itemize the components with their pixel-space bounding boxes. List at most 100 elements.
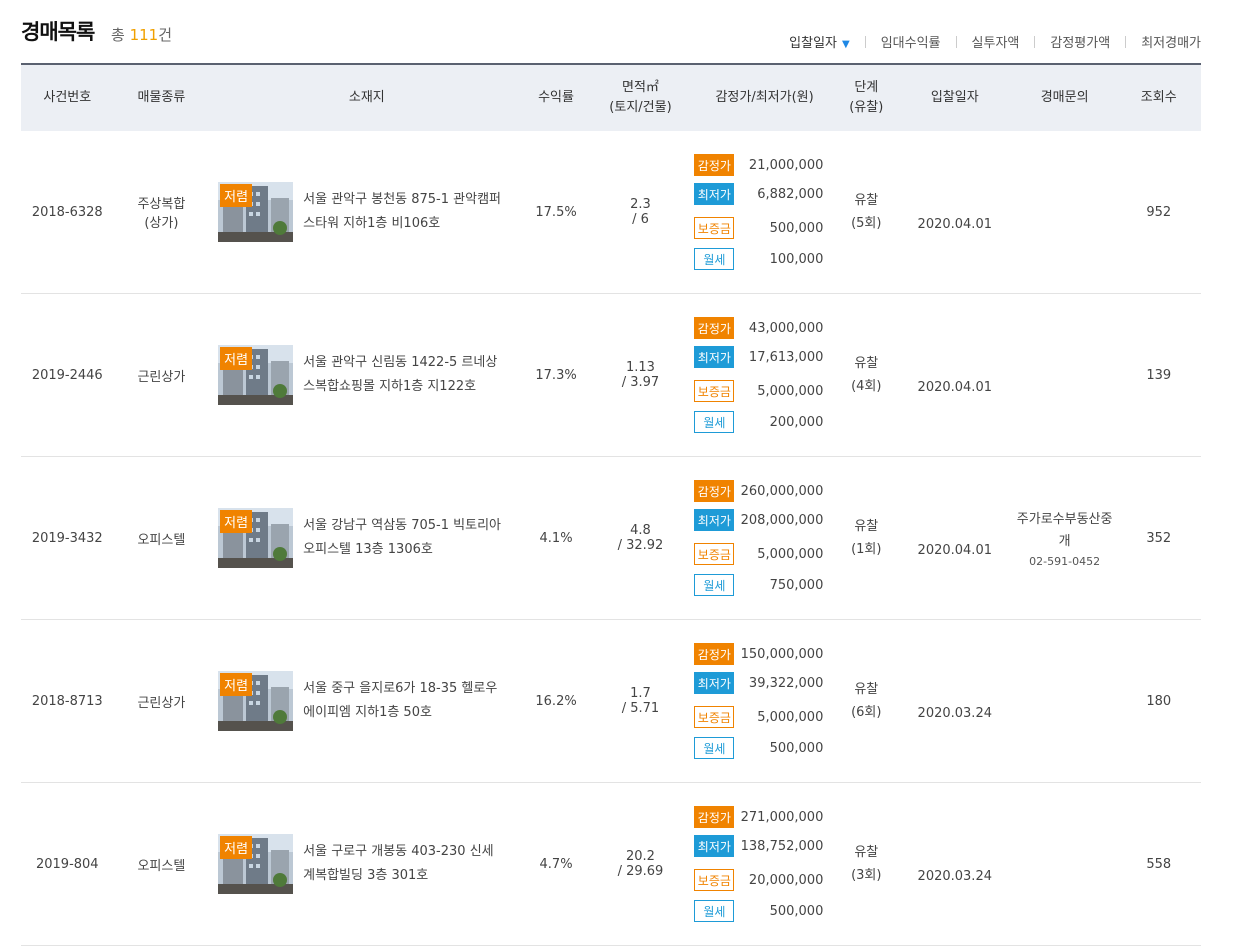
appraisal-tag: 감정가 (694, 806, 735, 828)
price-cell: 감정가 260,000,000 최저가 208,000,000 보증금 5,000,0… (693, 456, 836, 620)
col-stage: 단계 (유찰) (849, 80, 884, 115)
case-number[interactable]: 2019-2446 (21, 293, 114, 457)
deposit-tag: 보증금 (694, 217, 735, 239)
sort-options: 입찰일자 ▼ 임대수익률 실투자액 감정평가액 최저경매가 (789, 32, 1201, 51)
location-cell[interactable]: 저렴 (209, 131, 525, 294)
yield: 16.2% (524, 619, 588, 783)
deposit-tag: 보증금 (694, 706, 735, 728)
table-row[interactable]: 2018-8713 근린상가 저렴 서울 중구 을지로6가 18-35 헬로우에… (21, 619, 1201, 783)
table-row[interactable]: 2019-2446 근린상가 저렴 서울 관악구 신림동 1422-5 르네상스… (21, 293, 1201, 457)
table-row[interactable]: 2018-6328 주상복합 (상가) 저렴 서울 관악구 봉천동 875-1 … (21, 131, 1201, 294)
location-cell[interactable]: 저렴 (209, 456, 525, 620)
col-price: 감정가/최저가(원) (715, 90, 814, 105)
property-type: 오피스텔 (113, 782, 210, 946)
auction-inquiry (1012, 619, 1117, 783)
monthly-rent-tag: 월세 (694, 248, 735, 270)
sort-rental-yield[interactable]: 임대수익률 (881, 32, 941, 51)
deposit-value: 20,000,000 (748, 872, 824, 888)
auction-table: 사건번호 매물종류 소재지 수익률 면적㎡ (토지/건물) 감정가/최저가(원) … (21, 63, 1201, 946)
caret-down-icon: ▼ (842, 39, 850, 50)
table-row[interactable]: 2019-804 오피스텔 저렴 서울 구로구 개봉동 403-230 신세계복… (21, 782, 1201, 946)
location-cell[interactable]: 저렴 (209, 619, 525, 783)
sort-bid-date[interactable]: 입찰일자 ▼ (789, 32, 850, 51)
deposit-value: 500,000 (769, 220, 824, 236)
case-number[interactable]: 2018-8713 (21, 619, 114, 783)
col-case-no: 사건번호 (43, 90, 92, 105)
area: 2.3/ 6 (587, 131, 694, 294)
location-cell[interactable]: 저렴 (209, 293, 525, 457)
monthly-rent-value: 100,000 (769, 251, 824, 267)
sort-minimum-price[interactable]: 최저경매가 (1141, 32, 1201, 51)
page-title: 경매목록 (21, 20, 95, 44)
minimum-price-value: 17,613,000 (748, 349, 824, 365)
bargain-badge: 저렴 (220, 184, 253, 207)
monthly-rent-tag: 월세 (694, 737, 735, 759)
col-area: 면적㎡ (토지/건물) (609, 80, 672, 115)
stage: 유찰 (3회) (835, 782, 897, 946)
minimum-price-value: 39,322,000 (748, 675, 824, 691)
minimum-price-tag: 최저가 (694, 835, 735, 857)
address-link[interactable]: 서울 구로구 개봉동 403-230 신세계복합빌딩 3층 301호 (303, 840, 503, 888)
minimum-price-tag: 최저가 (694, 672, 735, 694)
bargain-badge: 저렴 (220, 510, 253, 533)
bargain-badge: 저렴 (220, 673, 253, 696)
monthly-rent-tag: 월세 (694, 411, 735, 433)
result-count: 총 111건 (111, 26, 173, 44)
divider (1034, 35, 1036, 48)
stage: 유찰 (6회) (835, 619, 897, 783)
col-bid-date: 입찰일자 (930, 90, 979, 105)
divider (864, 35, 866, 48)
appraisal-value: 260,000,000 (740, 483, 824, 499)
minimum-price-tag: 최저가 (694, 183, 735, 205)
case-number[interactable]: 2019-804 (21, 782, 114, 946)
property-thumbnail[interactable]: 저렴 (218, 182, 294, 242)
bid-date: 2020.03.24 (896, 782, 1013, 946)
property-thumbnail[interactable]: 저렴 (218, 834, 294, 894)
minimum-price-tag: 최저가 (694, 346, 735, 368)
monthly-rent-value: 750,000 (769, 577, 824, 593)
area: 1.13/ 3.97 (587, 293, 694, 457)
appraisal-tag: 감정가 (694, 317, 735, 339)
address-link[interactable]: 서울 중구 을지로6가 18-35 헬로우에이피엠 지하1층 50호 (303, 677, 503, 725)
view-count: 180 (1116, 619, 1201, 783)
address-link[interactable]: 서울 관악구 신림동 1422-5 르네상스복합쇼핑몰 지하1층 지122호 (303, 351, 503, 399)
sort-appraisal[interactable]: 감정평가액 (1050, 32, 1110, 51)
yield: 17.3% (524, 293, 588, 457)
yield: 4.1% (524, 456, 588, 620)
price-cell: 감정가 43,000,000 최저가 17,613,000 보증금 5,000,000… (693, 293, 836, 457)
auction-inquiry (1012, 782, 1117, 946)
monthly-rent-value: 200,000 (769, 414, 824, 430)
address-link[interactable]: 서울 관악구 봉천동 875-1 관악캠퍼스타워 지하1층 비106호 (303, 188, 503, 236)
location-cell[interactable]: 저렴 (209, 782, 525, 946)
address-link[interactable]: 서울 강남구 역삼동 705-1 빅토리아오피스텔 13층 1306호 (303, 514, 503, 562)
monthly-rent-tag: 월세 (694, 900, 735, 922)
property-thumbnail[interactable]: 저렴 (218, 671, 294, 731)
table-header-row: 사건번호 매물종류 소재지 수익률 면적㎡ (토지/건물) 감정가/최저가(원) … (21, 64, 1201, 131)
deposit-value: 5,000,000 (757, 709, 824, 725)
minimum-price-value: 6,882,000 (757, 186, 824, 202)
bargain-badge: 저렴 (220, 836, 253, 859)
list-header: 경매목록 총 111건 입찰일자 ▼ 임대수익률 실투자액 감정평가액 최저경매가 (21, 14, 1201, 54)
property-thumbnail[interactable]: 저렴 (218, 508, 294, 568)
property-thumbnail[interactable]: 저렴 (218, 345, 294, 405)
property-type: 근린상가 (113, 293, 210, 457)
divider (1125, 35, 1127, 48)
deposit-tag: 보증금 (694, 380, 735, 402)
table-row[interactable]: 2019-3432 오피스텔 저렴 서울 강남구 역삼동 705-1 빅토리아오… (21, 456, 1201, 620)
case-number[interactable]: 2019-3432 (21, 456, 114, 620)
sort-actual-investment[interactable]: 실투자액 (972, 32, 1020, 51)
property-type: 오피스텔 (113, 456, 210, 620)
area: 1.7/ 5.71 (587, 619, 694, 783)
view-count: 352 (1116, 456, 1201, 620)
case-number[interactable]: 2018-6328 (21, 131, 114, 294)
bid-date: 2020.04.01 (896, 131, 1013, 294)
property-type: 근린상가 (113, 619, 210, 783)
auction-inquiry (1012, 131, 1117, 294)
view-count: 139 (1116, 293, 1201, 457)
monthly-rent-value: 500,000 (769, 903, 824, 919)
auction-inquiry (1012, 293, 1117, 457)
bid-date: 2020.04.01 (896, 293, 1013, 457)
appraisal-value: 43,000,000 (748, 320, 824, 336)
minimum-price-value: 138,752,000 (740, 838, 824, 854)
stage: 유찰 (5회) (835, 131, 897, 294)
